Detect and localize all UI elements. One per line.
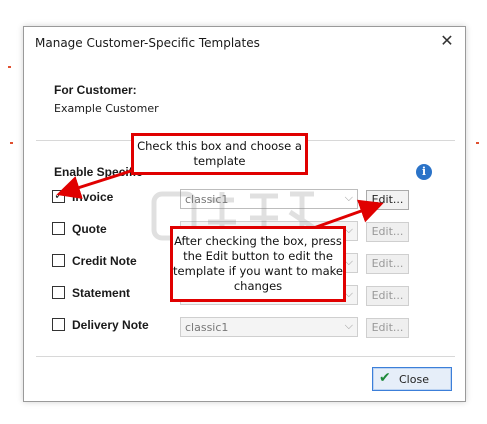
customer-name: Example Customer bbox=[54, 102, 159, 115]
statement-edit-button[interactable]: Edit... bbox=[366, 286, 409, 306]
callout-check-box: Check this box and choose a template bbox=[131, 133, 308, 175]
statement-label: Statement bbox=[72, 286, 131, 300]
credit-note-checkbox[interactable] bbox=[52, 254, 65, 267]
quote-checkbox[interactable] bbox=[52, 222, 65, 235]
check-icon: ✔ bbox=[379, 370, 391, 386]
for-customer-label: For Customer: bbox=[54, 83, 137, 97]
callout-edit-button: After checking the box, press the Edit b… bbox=[170, 226, 346, 302]
quote-label: Quote bbox=[72, 222, 107, 236]
title-bar: Manage Customer-Specific Templates ✕ bbox=[24, 27, 465, 59]
close-button-label: Close bbox=[399, 373, 429, 386]
quote-edit-button[interactable]: Edit... bbox=[366, 222, 409, 242]
delivery-note-label: Delivery Note bbox=[72, 318, 149, 332]
delivery-note-template-select[interactable]: classic1 ⌵ bbox=[180, 317, 358, 337]
invoice-label: Invoice bbox=[72, 190, 114, 204]
credit-note-label: Credit Note bbox=[72, 254, 137, 268]
delivery-note-checkbox[interactable] bbox=[52, 318, 65, 331]
close-icon[interactable]: ✕ bbox=[439, 33, 455, 49]
chevron-down-icon: ⌵ bbox=[344, 319, 353, 332]
invoice-template-select[interactable]: classic1 ⌵ bbox=[180, 189, 358, 209]
enable-specific-label: Enable Specific bbox=[54, 165, 143, 179]
checkmark-icon: ✓ bbox=[54, 188, 65, 202]
template-dialog: Manage Customer-Specific Templates ✕ For… bbox=[23, 26, 466, 402]
dialog-title: Manage Customer-Specific Templates bbox=[35, 36, 260, 50]
close-button[interactable]: ✔ Close bbox=[372, 367, 452, 391]
divider bbox=[36, 356, 455, 357]
credit-note-edit-button[interactable]: Edit... bbox=[366, 254, 409, 274]
delivery-note-template-value: classic1 bbox=[185, 321, 229, 334]
invoice-edit-button[interactable]: Edit... bbox=[366, 190, 409, 210]
edge-mark bbox=[8, 66, 11, 68]
edge-mark bbox=[10, 142, 13, 144]
info-icon[interactable]: i bbox=[416, 164, 432, 180]
edge-mark bbox=[476, 142, 479, 144]
invoice-checkbox[interactable]: ✓ bbox=[52, 188, 65, 203]
statement-checkbox[interactable] bbox=[52, 286, 65, 299]
delivery-note-edit-button[interactable]: Edit... bbox=[366, 318, 409, 338]
chevron-down-icon: ⌵ bbox=[344, 191, 353, 204]
invoice-template-value: classic1 bbox=[185, 193, 229, 206]
